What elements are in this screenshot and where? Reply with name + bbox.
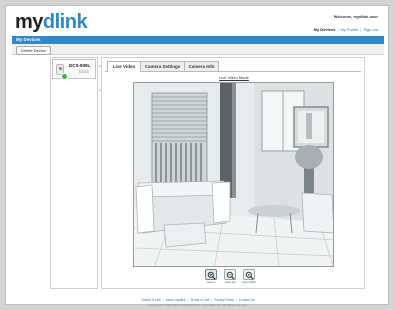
footer-separator: | bbox=[162, 298, 164, 302]
footer-separator: | bbox=[187, 298, 189, 302]
device-id: DDDD bbox=[79, 70, 90, 74]
tab-camera-info[interactable]: Camera Info bbox=[184, 61, 219, 71]
mydlink-logo[interactable]: mydlink by D-Link bbox=[15, 10, 105, 92]
zoom-100-label: zoom 100% bbox=[242, 281, 256, 284]
zoom-controls: zoom in zoom out zoom 100% bbox=[205, 269, 263, 287]
nav-separator: | bbox=[337, 27, 339, 32]
footer-links: Global D-Link | About mydlink | Terms of Use… bbox=[6, 298, 390, 302]
zoom-in-icon bbox=[207, 271, 216, 280]
footer-separator: | bbox=[211, 298, 213, 302]
tab-camera-settings[interactable]: Camera Settings bbox=[140, 61, 185, 71]
zoom-out-button[interactable] bbox=[224, 269, 236, 280]
logo-dlink: dlink bbox=[42, 11, 88, 33]
zoom-out-label: zoom out bbox=[224, 281, 236, 284]
zoom-100-button[interactable] bbox=[243, 269, 255, 280]
device-panel: Live Video Camera Settings Camera Info L… bbox=[101, 57, 365, 289]
status-online-icon bbox=[61, 73, 68, 80]
footer-link-about[interactable]: About mydlink bbox=[166, 298, 186, 302]
nav-my-profile[interactable]: My Profile bbox=[340, 27, 358, 32]
zoom-reset-icon bbox=[245, 271, 254, 280]
copyright-text: Copyright © 2008-2010 mydlink/D-Link Cor… bbox=[148, 303, 248, 307]
top-nav: My Devices | My Profile | Sign out bbox=[314, 27, 378, 32]
section-title-bar: My Devices bbox=[12, 36, 384, 44]
device-list-item[interactable]: DCS-930L DDDD bbox=[52, 59, 96, 80]
zoom-in-label: zoom in bbox=[206, 281, 216, 284]
footer-link-contact[interactable]: Contact Us bbox=[239, 298, 255, 302]
delete-device-button[interactable]: Delete Device bbox=[16, 46, 51, 55]
zoom-out-icon bbox=[226, 271, 235, 280]
page-frame: mydlink by D-Link Welcome, mydlink user … bbox=[5, 5, 390, 307]
device-name: DCS-930L bbox=[69, 63, 91, 68]
welcome-text: Welcome, mydlink user bbox=[333, 14, 378, 19]
footer-link-privacy[interactable]: Privacy Policy bbox=[214, 298, 234, 302]
footer-link-terms[interactable]: Terms of Use bbox=[190, 298, 209, 302]
zoom-in-button[interactable] bbox=[205, 269, 217, 280]
tab-live-video[interactable]: Live Video bbox=[107, 61, 141, 72]
live-video-feed[interactable] bbox=[133, 82, 334, 267]
nav-separator: | bbox=[360, 27, 362, 32]
device-toolbar: Delete Device bbox=[12, 44, 384, 55]
video-frame-image bbox=[134, 83, 333, 266]
logo-my: my bbox=[15, 11, 43, 33]
tab-bar: Live Video Camera Settings Camera Info bbox=[105, 61, 361, 72]
device-list: DCS-930L DDDD bbox=[50, 57, 98, 289]
footer-separator: | bbox=[235, 298, 237, 302]
footer-link-global-dlink[interactable]: Global D-Link bbox=[141, 298, 160, 302]
live-video-mode-link[interactable]: Live Video Mode bbox=[102, 75, 366, 80]
nav-my-devices[interactable]: My Devices bbox=[314, 27, 336, 32]
nav-sign-out[interactable]: Sign out bbox=[363, 27, 378, 32]
